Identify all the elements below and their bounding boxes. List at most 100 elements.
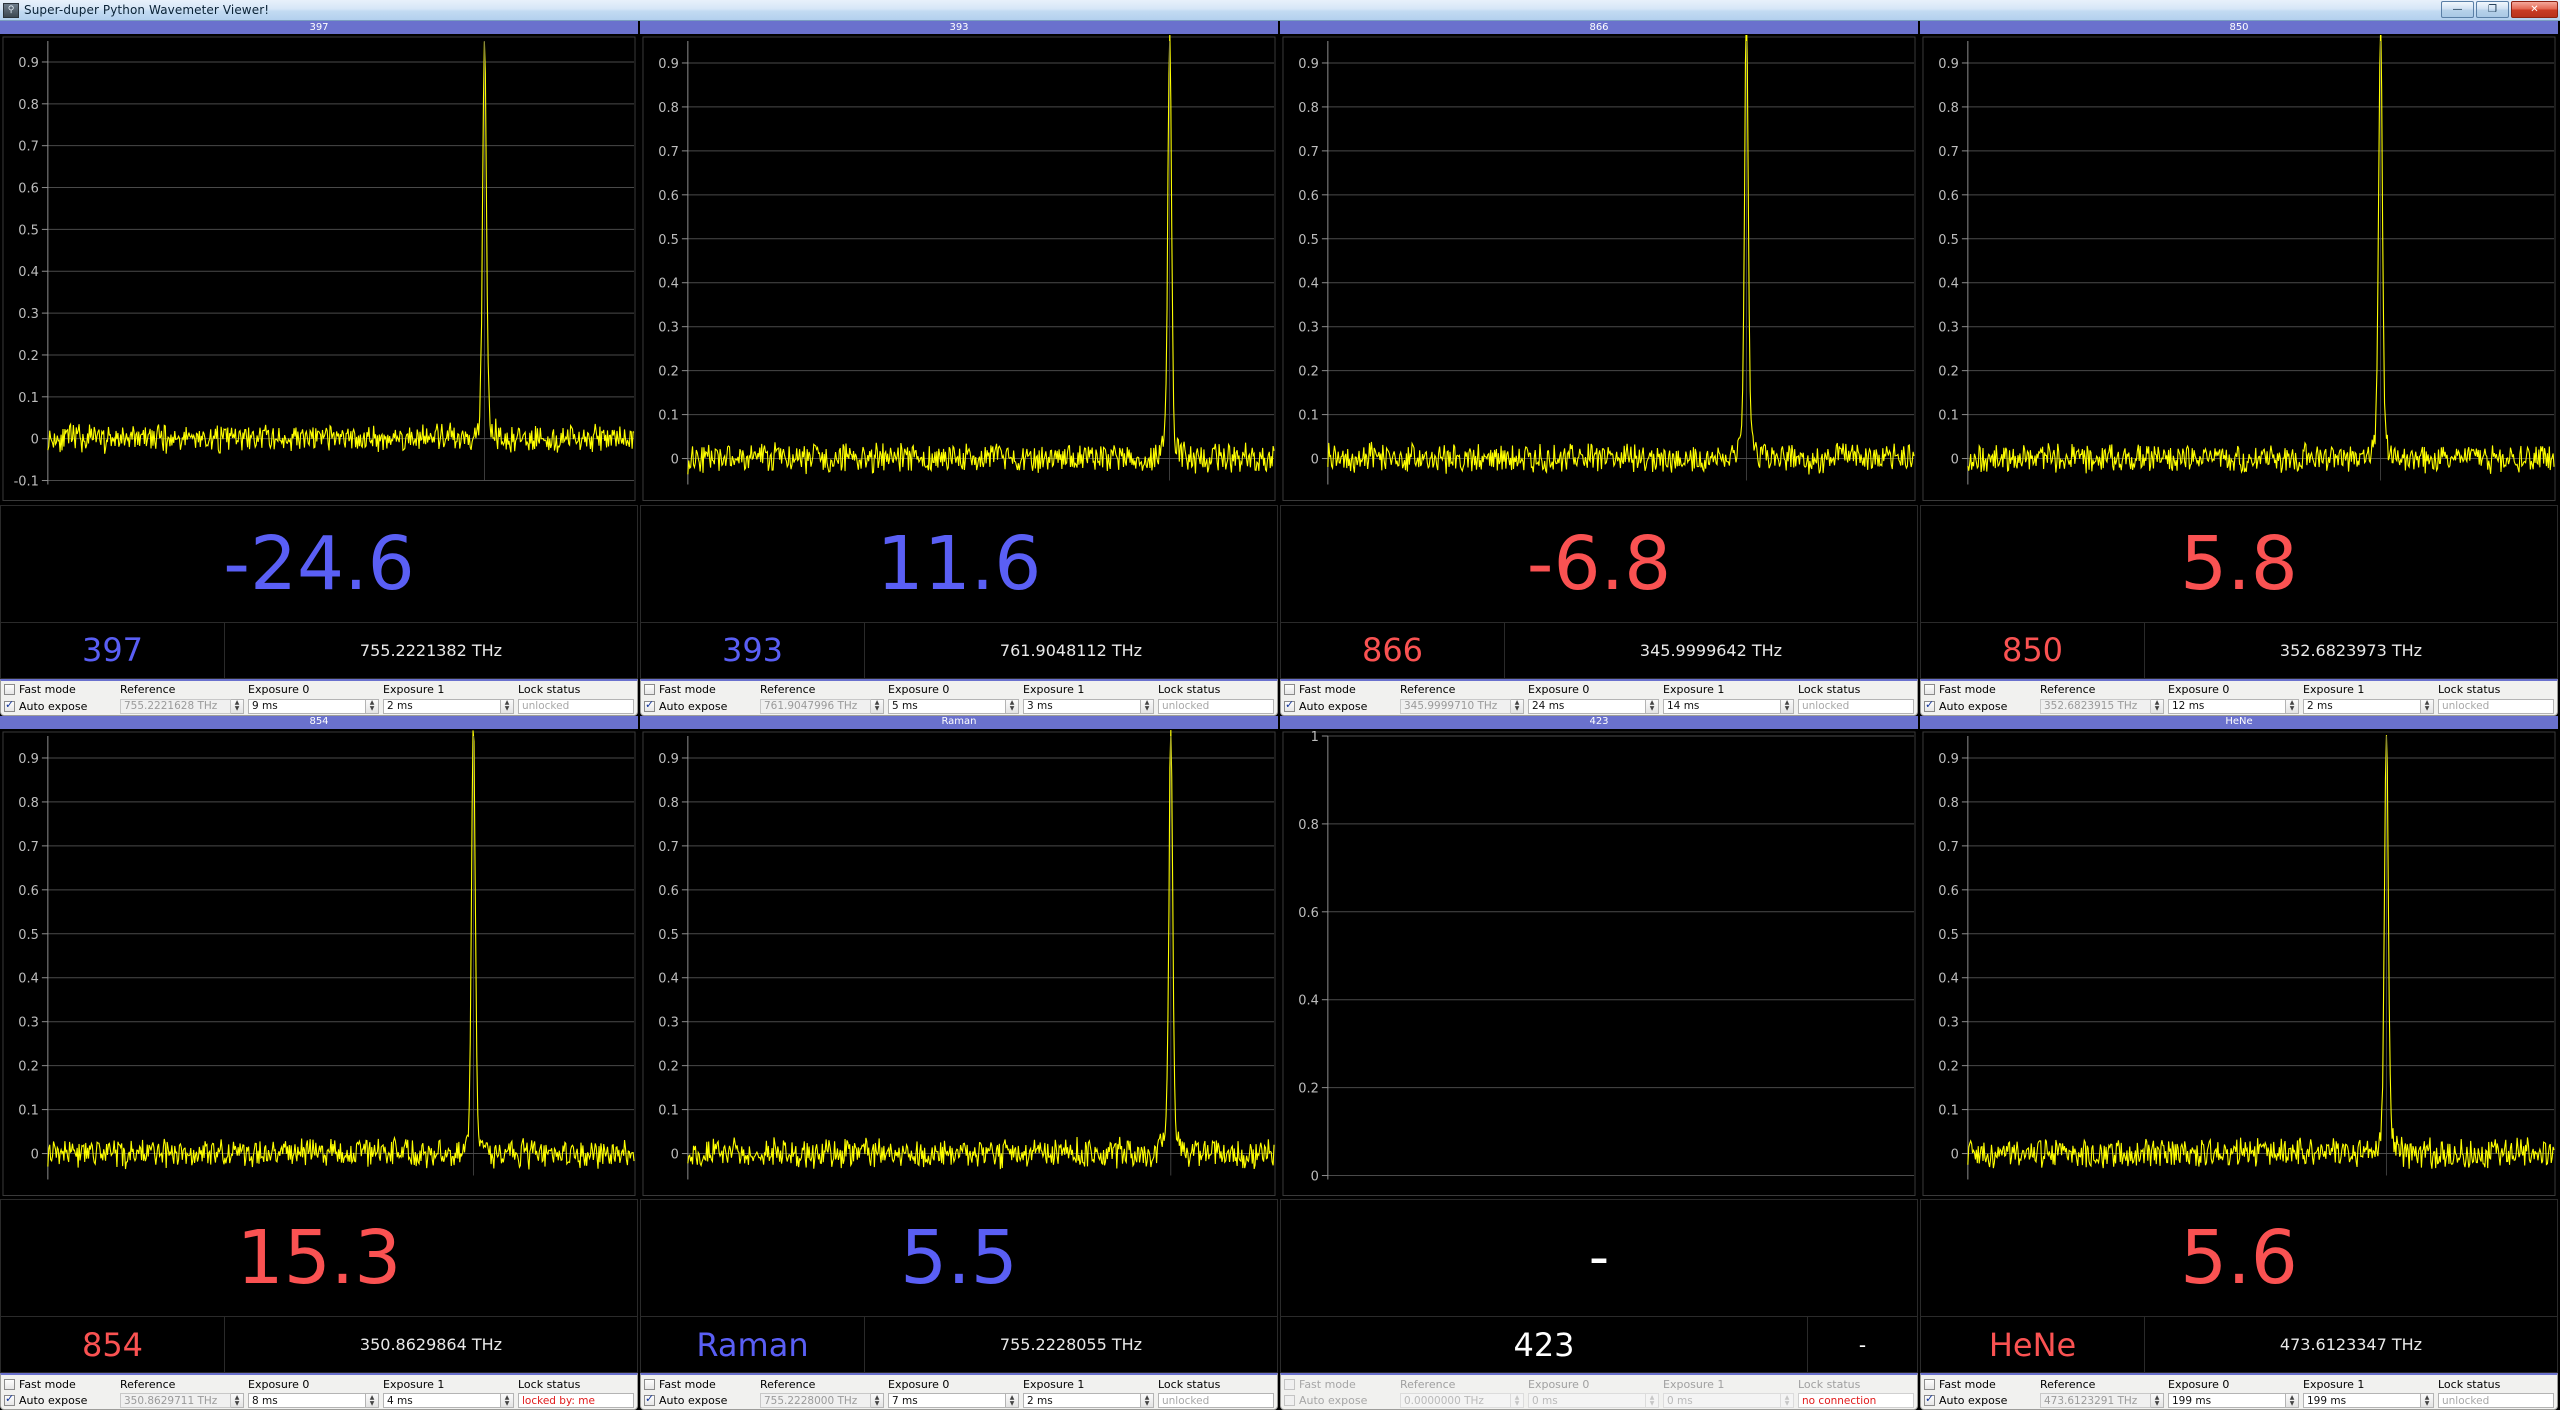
- svg-text:0.3: 0.3: [1298, 321, 1319, 336]
- exposure0-input[interactable]: 5 ms: [888, 699, 1006, 714]
- exposure0-input[interactable]: 7 ms: [888, 1393, 1006, 1408]
- reference-spinner[interactable]: ▲▼: [2151, 1393, 2164, 1408]
- exposure0-input[interactable]: 24 ms: [1528, 699, 1646, 714]
- auto-expose-checkbox[interactable]: [4, 701, 15, 712]
- exposure0-spinner[interactable]: ▲▼: [2286, 699, 2299, 714]
- exposure0-input[interactable]: 199 ms: [2168, 1393, 2286, 1408]
- reference-input[interactable]: 473.6123291 THz: [2040, 1393, 2151, 1408]
- lock-status-field[interactable]: no connection: [1798, 1393, 1914, 1408]
- exposure0-spinner[interactable]: ▲▼: [1006, 699, 1019, 714]
- exposure0-spinner[interactable]: ▲▼: [366, 699, 379, 714]
- exposure1-input[interactable]: 4 ms: [383, 1393, 501, 1408]
- reference-input[interactable]: 352.6823915 THz: [2040, 699, 2151, 714]
- exposure1-input[interactable]: 2 ms: [1023, 1393, 1141, 1408]
- channel-titlebar-423[interactable]: 423: [1280, 716, 1918, 730]
- exposure0-input[interactable]: 8 ms: [248, 1393, 366, 1408]
- minimize-button[interactable]: —: [2441, 1, 2474, 18]
- lock-status-field[interactable]: locked by: me: [518, 1393, 634, 1408]
- exposure0-spinner[interactable]: ▲▼: [1006, 1393, 1019, 1408]
- lock-status-field[interactable]: unlocked: [1158, 1393, 1274, 1408]
- window-title: Super-duper Python Wavemeter Viewer!: [24, 3, 269, 17]
- exposure0-input[interactable]: 0 ms: [1528, 1393, 1646, 1408]
- exposure0-spinner[interactable]: ▲▼: [1646, 699, 1659, 714]
- exposure1-spinner[interactable]: ▲▼: [501, 699, 514, 714]
- channel-panel-Raman: Raman 0.90.80.70.60.50.40.30.20.10 5.5 R…: [640, 716, 1280, 1410]
- spectrum-plot-850[interactable]: 0.90.80.70.60.50.40.30.20.10: [1920, 35, 2558, 505]
- exposure1-spinner[interactable]: ▲▼: [2421, 1393, 2434, 1408]
- exposure1-input[interactable]: 0 ms: [1663, 1393, 1781, 1408]
- lock-status-field[interactable]: unlocked: [518, 699, 634, 714]
- channel-grid: 397 0.90.80.70.60.50.40.30.20.10-0.1 -24…: [0, 21, 2560, 1410]
- reference-input[interactable]: 350.8629711 THz: [120, 1393, 231, 1408]
- exposure0-input[interactable]: 9 ms: [248, 699, 366, 714]
- lock-status-field[interactable]: unlocked: [2438, 1393, 2554, 1408]
- spectrum-plot-393[interactable]: 0.90.80.70.60.50.40.30.20.10: [640, 35, 1278, 505]
- exposure1-input[interactable]: 14 ms: [1663, 699, 1781, 714]
- fast-mode-checkbox[interactable]: [4, 684, 15, 695]
- reference-spinner[interactable]: ▲▼: [871, 699, 884, 714]
- auto-expose-checkbox[interactable]: [644, 701, 655, 712]
- exposure1-input[interactable]: 2 ms: [2303, 699, 2421, 714]
- exposure0-input[interactable]: 12 ms: [2168, 699, 2286, 714]
- lock-status-field[interactable]: unlocked: [1158, 699, 1274, 714]
- auto-expose-checkbox[interactable]: [4, 1395, 15, 1406]
- spectrum-plot-854[interactable]: 0.90.80.70.60.50.40.30.20.10: [0, 730, 638, 1200]
- spectrum-plot-HeNe[interactable]: 0.90.80.70.60.50.40.30.20.10: [1920, 730, 2558, 1200]
- exposure1-spinner[interactable]: ▲▼: [1141, 1393, 1154, 1408]
- spectrum-plot-397[interactable]: 0.90.80.70.60.50.40.30.20.10-0.1: [0, 35, 638, 505]
- exposure1-spinner[interactable]: ▲▼: [501, 1393, 514, 1408]
- fast-mode-checkbox[interactable]: [644, 1379, 655, 1390]
- fast-mode-checkbox[interactable]: [1924, 684, 1935, 695]
- auto-expose-checkbox[interactable]: [644, 1395, 655, 1406]
- lock-status-field[interactable]: unlocked: [1798, 699, 1914, 714]
- channel-titlebar-850[interactable]: 850: [1920, 21, 2558, 35]
- reference-spinner[interactable]: ▲▼: [231, 1393, 244, 1408]
- fast-mode-checkbox[interactable]: [1924, 1379, 1935, 1390]
- auto-expose-checkbox[interactable]: [1924, 701, 1935, 712]
- reference-input[interactable]: 755.2221628 THz: [120, 699, 231, 714]
- channel-name-box: 866: [1280, 623, 1505, 679]
- reference-spinner[interactable]: ▲▼: [1511, 1393, 1524, 1408]
- reference-input[interactable]: 0.0000000 THz: [1400, 1393, 1511, 1408]
- channel-titlebar-397[interactable]: 397: [0, 21, 638, 35]
- exposure0-spinner[interactable]: ▲▼: [366, 1393, 379, 1408]
- fast-mode-checkbox[interactable]: [4, 1379, 15, 1390]
- auto-expose-checkbox[interactable]: [1924, 1395, 1935, 1406]
- reference-spinner[interactable]: ▲▼: [2151, 699, 2164, 714]
- exposure1-spinner[interactable]: ▲▼: [1781, 1393, 1794, 1408]
- fast-mode-label: Fast mode: [659, 1378, 716, 1391]
- exposure1-input[interactable]: 3 ms: [1023, 699, 1141, 714]
- exposure0-spinner[interactable]: ▲▼: [1646, 1393, 1659, 1408]
- exposure1-spinner[interactable]: ▲▼: [1781, 699, 1794, 714]
- spectrum-plot-Raman[interactable]: 0.90.80.70.60.50.40.30.20.10: [640, 730, 1278, 1200]
- svg-text:0.2: 0.2: [658, 365, 679, 380]
- spectrum-plot-866[interactable]: 0.90.80.70.60.50.40.30.20.10: [1280, 35, 1918, 505]
- svg-text:0.3: 0.3: [1938, 1015, 1959, 1030]
- fast-mode-checkbox[interactable]: [1284, 684, 1295, 695]
- detuning-value: 5.5: [900, 1221, 1018, 1295]
- exposure1-spinner[interactable]: ▲▼: [1141, 699, 1154, 714]
- fast-mode-checkbox[interactable]: [644, 684, 655, 695]
- spectrum-plot-423[interactable]: 10.80.60.40.20: [1280, 730, 1918, 1200]
- fast-mode-checkbox[interactable]: [1284, 1379, 1295, 1390]
- channel-titlebar-866[interactable]: 866: [1280, 21, 1918, 35]
- maximize-button[interactable]: ❐: [2476, 1, 2509, 18]
- channel-titlebar-393[interactable]: 393: [640, 21, 1278, 35]
- exposure1-input[interactable]: 2 ms: [383, 699, 501, 714]
- reference-spinner[interactable]: ▲▼: [871, 1393, 884, 1408]
- channel-titlebar-HeNe[interactable]: HeNe: [1920, 716, 2558, 730]
- auto-expose-checkbox[interactable]: [1284, 1395, 1295, 1406]
- exposure0-spinner[interactable]: ▲▼: [2286, 1393, 2299, 1408]
- reference-spinner[interactable]: ▲▼: [1511, 699, 1524, 714]
- exposure1-input[interactable]: 199 ms: [2303, 1393, 2421, 1408]
- reference-input[interactable]: 345.9999710 THz: [1400, 699, 1511, 714]
- reference-input[interactable]: 755.2228000 THz: [760, 1393, 871, 1408]
- reference-input[interactable]: 761.9047996 THz: [760, 699, 871, 714]
- lock-status-field[interactable]: unlocked: [2438, 699, 2554, 714]
- auto-expose-checkbox[interactable]: [1284, 701, 1295, 712]
- channel-titlebar-Raman[interactable]: Raman: [640, 716, 1278, 730]
- reference-spinner[interactable]: ▲▼: [231, 699, 244, 714]
- exposure1-spinner[interactable]: ▲▼: [2421, 699, 2434, 714]
- channel-titlebar-854[interactable]: 854: [0, 716, 638, 730]
- close-button[interactable]: ✕: [2511, 1, 2558, 18]
